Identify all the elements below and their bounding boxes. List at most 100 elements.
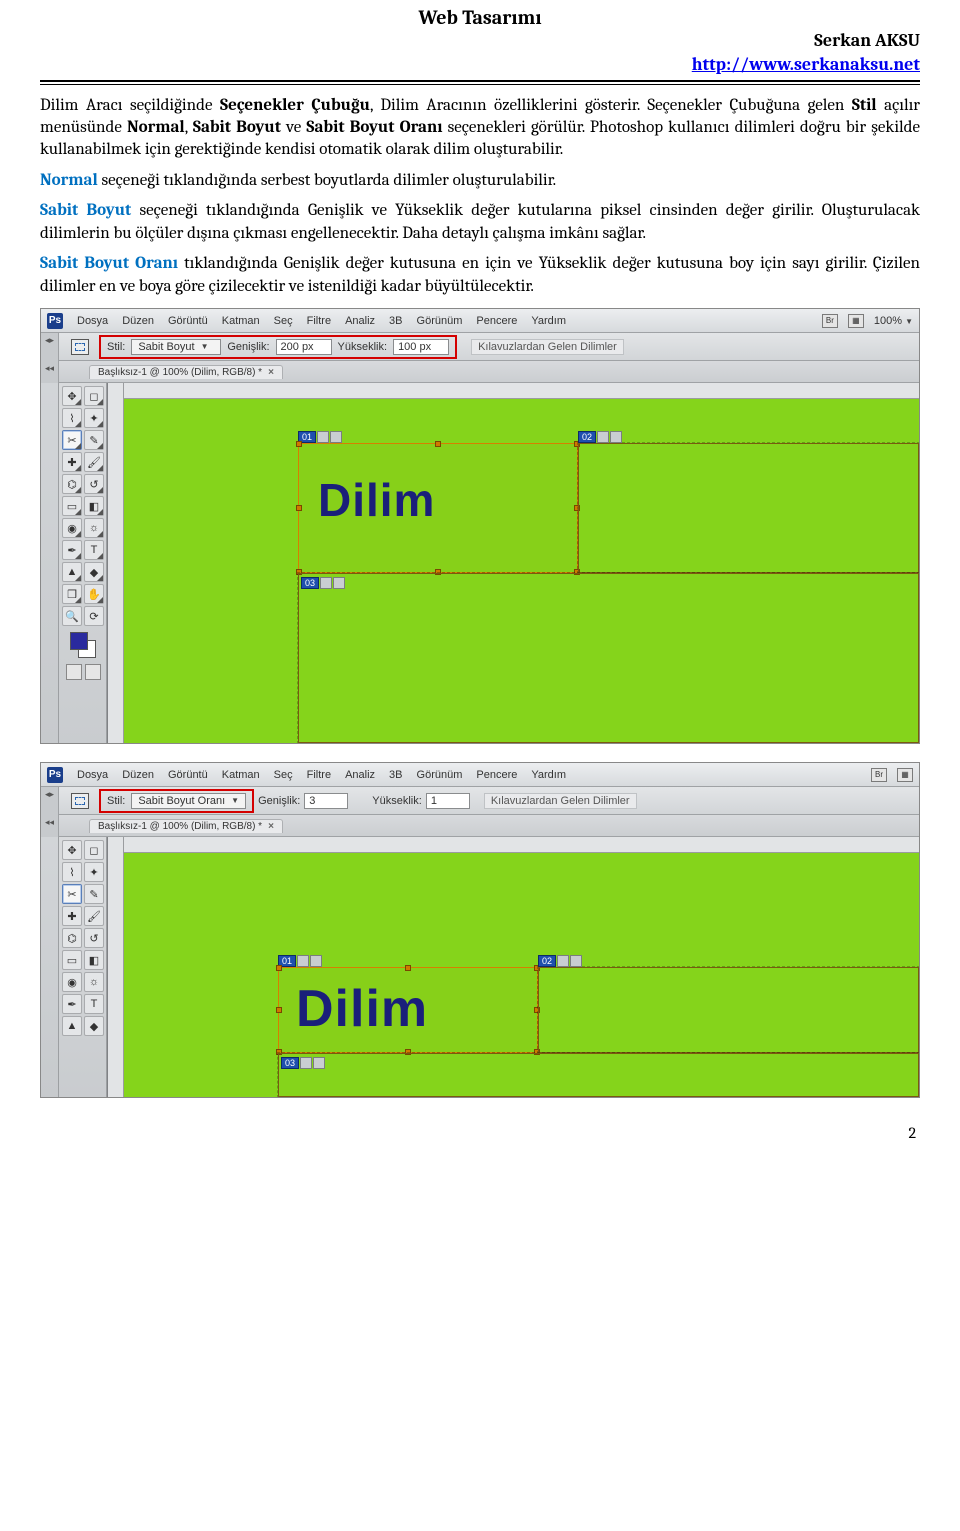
history-brush-icon[interactable]: ↺ xyxy=(84,928,104,948)
pen-tool-icon[interactable]: ✒ xyxy=(62,994,82,1014)
menu-dosya[interactable]: Dosya xyxy=(77,315,108,327)
zoom-tool-icon[interactable]: 🔍 xyxy=(62,606,82,626)
close-icon[interactable]: × xyxy=(268,367,274,378)
type-tool-icon[interactable]: T xyxy=(84,540,104,560)
eyedropper-tool-icon[interactable]: ✎ xyxy=(84,884,104,904)
slice-handle[interactable] xyxy=(296,505,302,511)
close-icon[interactable]: × xyxy=(268,821,274,832)
menu-3b[interactable]: 3B xyxy=(389,315,402,327)
zoom-level[interactable]: 100% ▼ xyxy=(874,315,913,327)
guides-slices-button[interactable]: Kılavuzlardan Gelen Dilimler xyxy=(484,793,637,809)
eraser-tool-icon[interactable]: ▭ xyxy=(62,496,82,516)
slice-handle[interactable] xyxy=(435,441,441,447)
document-tab[interactable]: Başlıksız-1 @ 100% (Dilim, RGB/8) * × xyxy=(89,819,283,833)
slice-03[interactable]: 03 xyxy=(298,573,919,743)
gradient-tool-icon[interactable]: ◧ xyxy=(84,950,104,970)
marquee-tool-icon[interactable]: ◻ xyxy=(84,386,104,406)
shape-tool-icon[interactable]: ◆ xyxy=(84,1016,104,1036)
menu-katman[interactable]: Katman xyxy=(222,769,260,781)
healing-tool-icon[interactable]: ✚ xyxy=(62,906,82,926)
pen-tool-icon[interactable]: ✒ xyxy=(62,540,82,560)
menu-duzen[interactable]: Düzen xyxy=(122,769,154,781)
3d-tool-icon[interactable]: ❒ xyxy=(62,584,82,604)
menu-filtre[interactable]: Filtre xyxy=(307,769,331,781)
slice-02[interactable]: 02 xyxy=(578,443,919,573)
slice-handle[interactable] xyxy=(296,441,302,447)
shape-tool-icon[interactable]: ◆ xyxy=(84,562,104,582)
slice-03[interactable]: 03 xyxy=(278,1053,919,1097)
lasso-tool-icon[interactable]: ⌇ xyxy=(62,862,82,882)
quickselect-tool-icon[interactable]: ✦ xyxy=(84,408,104,428)
author-url[interactable]: http://www.serkanaksu.net xyxy=(692,54,920,75)
rotate-tool-icon[interactable]: ⟳ xyxy=(84,606,104,626)
move-tool-icon[interactable]: ✥ xyxy=(62,386,82,406)
path-select-icon[interactable]: ▲ xyxy=(62,562,82,582)
menu-sec[interactable]: Seç xyxy=(274,769,293,781)
marquee-tool-icon[interactable]: ◻ xyxy=(84,840,104,860)
screen-mode-icons[interactable] xyxy=(62,660,104,680)
menu-analiz[interactable]: Analiz xyxy=(345,769,375,781)
collapse-handle[interactable]: ◂▸ xyxy=(41,333,59,361)
bridge-button[interactable]: Br xyxy=(871,768,887,782)
gradient-tool-icon[interactable]: ◧ xyxy=(84,496,104,516)
slice-tool-icon[interactable]: ✂ xyxy=(62,430,82,450)
menu-sec[interactable]: Seç xyxy=(274,315,293,327)
ps-canvas[interactable]: 01 02 xyxy=(107,383,919,743)
brush-tool-icon[interactable]: 🖌 xyxy=(84,452,104,472)
move-tool-icon[interactable]: ✥ xyxy=(62,840,82,860)
stil-dropdown[interactable]: Sabit Boyut Oranı ▼ xyxy=(131,793,246,809)
type-tool-icon[interactable]: T xyxy=(84,994,104,1014)
menu-yardim[interactable]: Yardım xyxy=(531,769,566,781)
history-brush-icon[interactable]: ↺ xyxy=(84,474,104,494)
menu-analiz[interactable]: Analiz xyxy=(345,315,375,327)
eraser-tool-icon[interactable]: ▭ xyxy=(62,950,82,970)
stamp-tool-icon[interactable]: ⌬ xyxy=(62,474,82,494)
color-swatch[interactable] xyxy=(62,628,104,658)
dodge-tool-icon[interactable]: ☼ xyxy=(84,518,104,538)
menu-yardim[interactable]: Yardım xyxy=(531,315,566,327)
stil-dropdown[interactable]: Sabit Boyut ▼ xyxy=(131,339,221,355)
bridge-button[interactable]: Br xyxy=(822,314,838,328)
collapse-column[interactable] xyxy=(41,837,59,1097)
collapse-handle[interactable]: ◂▸ xyxy=(41,787,59,815)
path-select-icon[interactable]: ▲ xyxy=(62,1016,82,1036)
menu-pencere[interactable]: Pencere xyxy=(476,315,517,327)
menu-pencere[interactable]: Pencere xyxy=(476,769,517,781)
quickselect-tool-icon[interactable]: ✦ xyxy=(84,862,104,882)
healing-tool-icon[interactable]: ✚ xyxy=(62,452,82,472)
brush-tool-icon[interactable]: 🖌 xyxy=(84,906,104,926)
collapse-column[interactable] xyxy=(41,383,59,743)
menu-goruntu[interactable]: Görüntü xyxy=(168,769,208,781)
menu-gorunum[interactable]: Görünüm xyxy=(417,315,463,327)
menu-katman[interactable]: Katman xyxy=(222,315,260,327)
arrange-docs-icon[interactable]: ▦ xyxy=(897,768,913,782)
stamp-tool-icon[interactable]: ⌬ xyxy=(62,928,82,948)
menu-goruntu[interactable]: Görüntü xyxy=(168,315,208,327)
document-tab[interactable]: Başlıksız-1 @ 100% (Dilim, RGB/8) * × xyxy=(89,365,283,379)
menu-duzen[interactable]: Düzen xyxy=(122,315,154,327)
ps-canvas[interactable]: 01 02 xyxy=(107,837,919,1097)
blur-tool-icon[interactable]: ◉ xyxy=(62,518,82,538)
guides-slices-button[interactable]: Kılavuzlardan Gelen Dilimler xyxy=(471,339,624,355)
slice-handle[interactable] xyxy=(276,1007,282,1013)
yukseklik-input[interactable]: 1 xyxy=(426,793,470,809)
slice-02[interactable]: 02 xyxy=(538,967,919,1053)
menu-gorunum[interactable]: Görünüm xyxy=(417,769,463,781)
yukseklik-input[interactable]: 100 px xyxy=(393,339,449,355)
blur-tool-icon[interactable]: ◉ xyxy=(62,972,82,992)
slice-handle[interactable] xyxy=(276,965,282,971)
dodge-tool-icon[interactable]: ☼ xyxy=(84,972,104,992)
genislik-input[interactable]: 3 xyxy=(304,793,348,809)
menu-filtre[interactable]: Filtre xyxy=(307,315,331,327)
slice-handle[interactable] xyxy=(405,965,411,971)
menu-dosya[interactable]: Dosya xyxy=(77,769,108,781)
arrange-docs-icon[interactable]: ▦ xyxy=(848,314,864,328)
eyedropper-tool-icon[interactable]: ✎ xyxy=(84,430,104,450)
menu-3b[interactable]: 3B xyxy=(389,769,402,781)
genislik-input[interactable]: 200 px xyxy=(276,339,332,355)
collapse-handle[interactable]: ◂◂ xyxy=(41,361,59,383)
collapse-handle[interactable]: ◂◂ xyxy=(41,815,59,837)
slice-tool-icon[interactable]: ✂ xyxy=(62,884,82,904)
hand-tool-icon[interactable]: ✋ xyxy=(84,584,104,604)
lasso-tool-icon[interactable]: ⌇ xyxy=(62,408,82,428)
